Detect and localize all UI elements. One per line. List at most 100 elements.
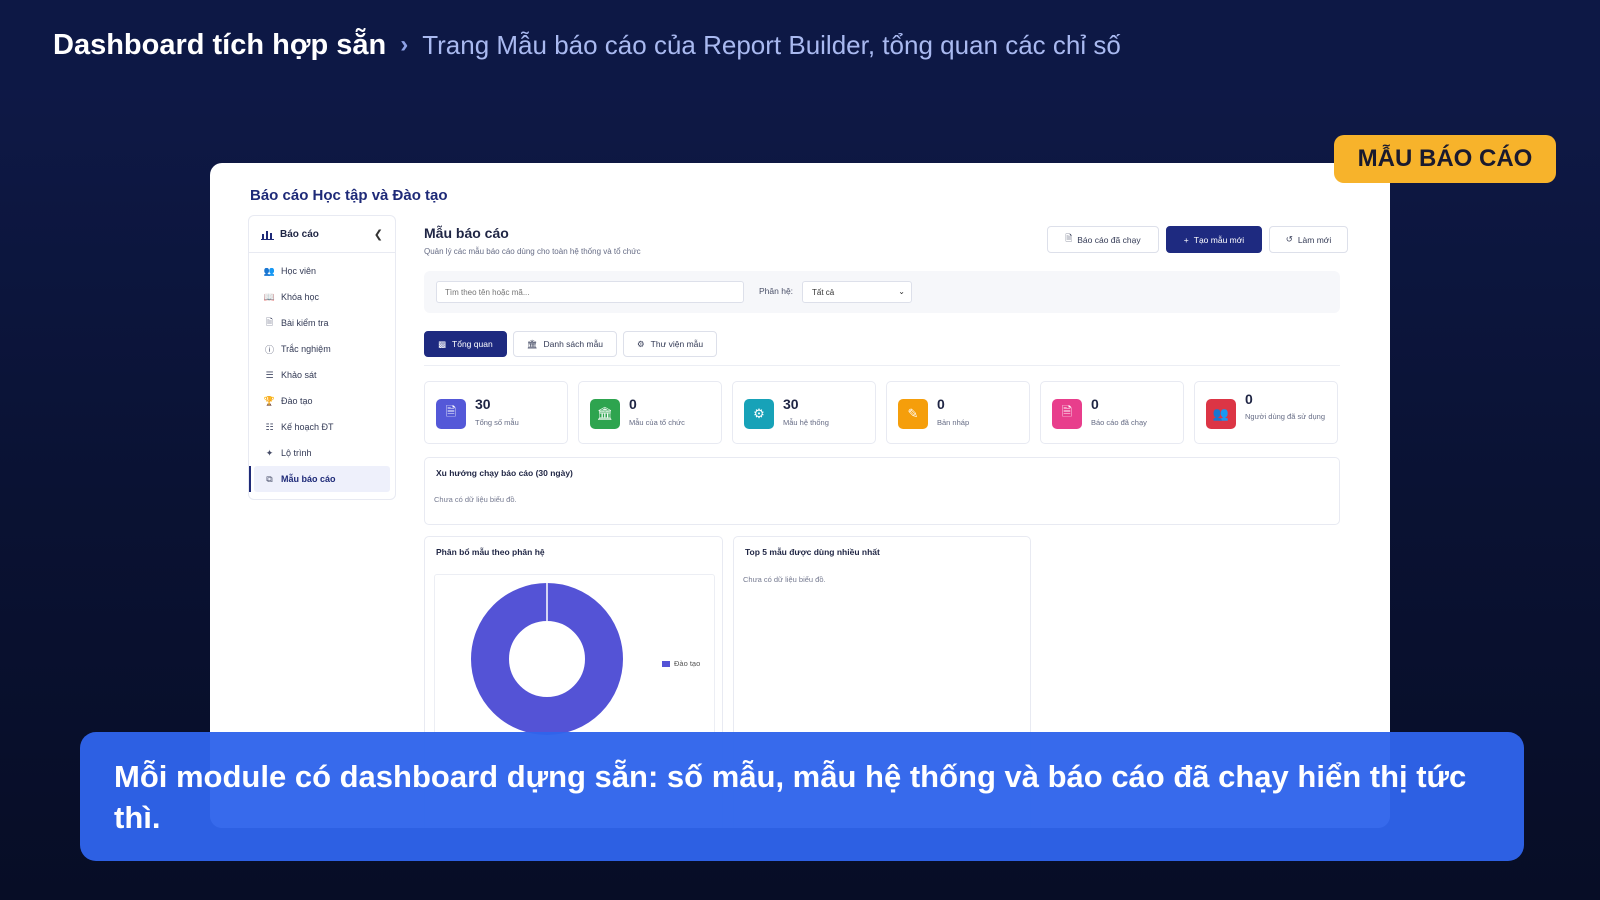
header-title: Dashboard tích hợp sẵn [53,28,387,61]
sidebar-item-label: Trắc nghiệm [281,344,331,354]
sidebar-item-hoc-vien[interactable]: 👥 Học viên [249,258,395,284]
refresh-label: Làm mới [1297,234,1332,245]
section-badge: MẪU BÁO CÁO [1334,135,1556,183]
sidebar-header-label: Báo cáo [280,228,319,240]
tab-label: Thư viện mẫu [650,339,704,349]
stat-card-runs: 🗎 0 Báo cáo đã chạy [1040,381,1184,444]
top-header: Dashboard tích hợp sẵn › Trang Mẫu báo c… [0,0,1600,90]
stat-value: 30 [783,396,799,412]
legend-label: Đào tạo [674,659,701,668]
sidebar-item-mau-bao-cao[interactable]: ⧉ Mẫu báo cáo [249,466,390,492]
sidebar-item-label: Khảo sát [281,370,317,380]
module-filter-select[interactable]: Tất cả ⌄ [802,281,912,303]
stat-card-system: ⚙ 30 Mẫu hệ thống [732,381,876,444]
question-icon: ⓘ [264,344,274,355]
stat-card-org: 🏛 0 Mẫu của tổ chức [578,381,722,444]
module-filter-label: Phân hệ: [759,286,794,296]
tab-label: Tổng quan [452,339,493,349]
sidebar-item-lo-trinh[interactable]: ✦ Lộ trình [249,440,395,466]
tab-template-library[interactable]: ⚙ Thư viện mẫu [623,331,718,357]
bar-chart-icon: ▩ [438,338,447,349]
file-icon: 🗎 [436,399,466,429]
sidebar-item-khoa-hoc[interactable]: 📖 Khóa học [249,284,395,310]
stat-cards: 🗎 30 Tổng số mẫu 🏛 0 Mẫu của tổ chức ⚙ 3… [424,381,1338,444]
legend-swatch [662,660,670,667]
bank-icon: 🏛 [590,399,620,429]
stat-value: 0 [1245,391,1253,407]
sidebar-item-label: Học viên [281,266,317,276]
create-template-label: Tạo mẫu mới [1193,234,1245,245]
refresh-button[interactable]: ↺ Làm mới [1269,226,1348,253]
tab-bar: ▩ Tổng quan 🏛 Danh sách mẫu ⚙ Thư viện mẫu [424,331,718,357]
tab-overview[interactable]: ▩ Tổng quan [424,331,507,357]
sidebar-header[interactable]: Báo cáo ❮ [249,216,395,253]
app-title: Báo cáo Học tập và Đào tạo [250,187,448,204]
page-subtitle: Quản lý các mẫu báo cáo dùng cho toàn hệ… [424,247,641,256]
sidebar-item-ke-hoach[interactable]: ☷ Kế hoạch ĐT [249,414,395,440]
stat-value: 0 [937,396,945,412]
users-icon: 👥 [1206,399,1236,429]
stat-label: Người dùng đã sử dụng [1245,412,1326,421]
search-input[interactable] [436,281,744,303]
plan-icon: ☷ [265,421,274,432]
sidebar-item-label: Lộ trình [281,448,312,458]
sidebar-item-dao-tao[interactable]: 🏆 Đào tạo [249,388,395,414]
trend-panel: Xu hướng chạy báo cáo (30 ngày) Chưa có … [424,457,1340,525]
stat-value: 0 [629,396,637,412]
page-title: Mẫu báo cáo [424,225,509,241]
pencil-icon: ✎ [898,399,928,429]
report-file-icon: 🗎 [1052,399,1082,429]
sidebar-item-khao-sat[interactable]: ☰ Khảo sát [249,362,395,388]
stat-value: 0 [1091,396,1099,412]
tab-label: Danh sách mẫu [543,339,604,349]
trophy-icon: 🏆 [263,395,276,406]
document-icon: 🗎 [1065,232,1073,243]
stat-label: Bản nháp [937,418,970,427]
list-icon: ☰ [265,369,274,380]
collapse-chevron-icon[interactable]: ❮ [374,228,383,241]
file-icon: 🗎 [265,317,274,327]
top5-empty-text: Chưa có dữ liệu biểu đồ. [743,575,826,584]
stat-label: Mẫu hệ thống [783,418,829,427]
route-icon: ✦ [265,447,274,458]
trend-title: Xu hướng chạy báo cáo (30 ngày) [436,468,573,478]
plus-icon: + [1183,234,1189,245]
stat-label: Báo cáo đã chạy [1091,418,1147,427]
tab-divider [424,365,1340,366]
chart-legend: Đào tạo [662,659,700,668]
chevron-down-icon: ⌄ [898,287,905,296]
book-icon: 📖 [263,291,276,302]
create-template-button[interactable]: + Tạo mẫu mới [1166,226,1262,253]
sidebar-item-label: Khóa học [281,292,320,302]
gear-icon: ⚙ [637,338,645,349]
template-icon: ⧉ [266,473,273,484]
sidebar-item-bai-kiem-tra[interactable]: 🗎 Bài kiểm tra [249,310,395,336]
header-subtitle: Trang Mẫu báo cáo của Report Builder, tổ… [422,29,1121,60]
sidebar-item-label: Bài kiểm tra [281,318,329,328]
sidebar-item-label: Mẫu báo cáo [281,474,336,484]
filter-bar: Phân hệ: Tất cả ⌄ [424,271,1340,313]
stat-card-total: 🗎 30 Tổng số mẫu [424,381,568,444]
sidebar-item-trac-nghiem[interactable]: ⓘ Trắc nghiệm [249,336,395,362]
sidebar-item-label: Kế hoạch ĐT [281,422,334,432]
module-filter-value: Tất cả [812,287,835,297]
bar-chart-icon [261,230,274,240]
caption-banner: Mỗi module có dashboard dựng sẵn: số mẫu… [80,732,1524,861]
distribution-title: Phân bổ mẫu theo phân hệ [436,547,545,557]
gear-icon: ⚙ [744,399,774,429]
report-runs-button[interactable]: 🗎 Báo cáo đã chạy [1047,226,1159,253]
bank-icon: 🏛 [526,338,538,349]
top5-title: Top 5 mẫu được dùng nhiều nhất [745,547,880,557]
stat-card-users: 👥 0 Người dùng đã sử dụng [1194,381,1338,444]
stat-card-draft: ✎ 0 Bản nháp [886,381,1030,444]
trend-empty-text: Chưa có dữ liệu biểu đồ. [434,495,517,504]
stat-value: 30 [475,396,491,412]
stat-label: Mẫu của tổ chức [629,418,685,427]
refresh-icon: ↺ [1285,234,1293,244]
sidebar: Báo cáo ❮ 👥 Học viên 📖 Khóa học 🗎 Bài kiểm … [248,215,396,500]
report-runs-label: Báo cáo đã chạy [1077,234,1141,245]
sidebar-item-label: Đào tạo [281,396,313,406]
stat-label: Tổng số mẫu [475,418,519,427]
tab-template-list[interactable]: 🏛 Danh sách mẫu [512,331,618,357]
app-window: Báo cáo Học tập và Đào tạo Báo cáo ❮ 👥 Họ… [210,163,1390,828]
